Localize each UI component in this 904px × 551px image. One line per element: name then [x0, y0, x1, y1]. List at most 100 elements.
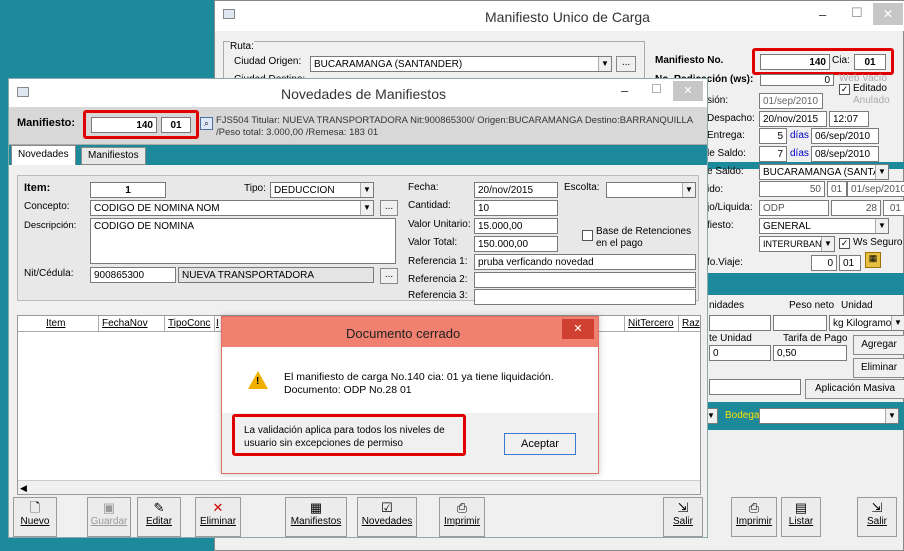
despacho-hora-field[interactable]: 12:07 — [829, 111, 869, 127]
editar-button[interactable]: ✎ Editar — [137, 497, 181, 537]
grid-col-tipoconc[interactable]: TipoConc — [168, 318, 210, 329]
fecha-radicacion-field[interactable]: 01/sep/2010 — [759, 93, 823, 109]
imprimir-button[interactable]: ⎙ Imprimir — [439, 497, 485, 537]
manifiesto-header-bar: Manifiesto: 140 01 ⌕ FJS504 Titular: NUE… — [9, 107, 707, 145]
valor-total-field[interactable]: 150.000,00 — [474, 236, 558, 252]
nit-field[interactable]: 900865300 — [90, 267, 176, 283]
nuevo-button[interactable]: 🗋 Nuevo — [13, 497, 57, 537]
info-viaje-field-1[interactable]: 0 — [811, 255, 837, 271]
referencia3-label: Referencia 3: — [408, 290, 468, 301]
dialog-close-button[interactable]: ✕ — [562, 319, 594, 339]
chevron-down-icon[interactable]: ▼ — [360, 201, 373, 215]
tab-novedades[interactable]: Novedades — [11, 145, 76, 165]
item-label: Item: — [24, 182, 51, 194]
novedades-button[interactable]: ☑ Novedades — [357, 497, 417, 537]
liquida-field-2[interactable]: 28 — [831, 200, 881, 216]
ido-field-1[interactable]: 50 — [759, 181, 825, 197]
fiesto-label: fiesto: — [707, 220, 734, 231]
manifiestos-button[interactable]: ▦ Manifiestos — [285, 497, 347, 537]
radicacion-field[interactable]: 0 — [760, 74, 834, 86]
ciudad-origen-select[interactable]: BUCARAMANGA (SANTANDER) ▼ — [310, 56, 612, 72]
guardar-button[interactable]: ▣ Guardar — [87, 497, 131, 537]
ciudad-origen-search-button[interactable]: ... — [616, 56, 636, 72]
chevron-down-icon[interactable]: ▼ — [885, 409, 898, 423]
referencia1-field[interactable]: pruba verficando novedad — [474, 254, 696, 270]
aceptar-button[interactable]: Aceptar — [504, 433, 576, 455]
despacho-label: Despacho: — [707, 113, 755, 124]
bodega-bar: ▼ Bodega: ▼ — [703, 402, 904, 430]
chevron-down-icon[interactable]: ▼ — [891, 316, 904, 330]
back-salir-button[interactable]: ⇲ Salir — [857, 497, 897, 537]
grid-col-i[interactable]: I — [216, 318, 219, 329]
chevron-down-icon[interactable]: ▼ — [875, 165, 888, 179]
scroll-left-arrow[interactable]: ◀ — [20, 483, 27, 494]
saldo-dias-field[interactable]: 7 — [759, 146, 787, 162]
descripcion-field[interactable]: CODIGO DE NOMINA — [90, 218, 396, 264]
liquida-field-3[interactable]: 01 — [883, 200, 904, 216]
ws-seguro-checkbox[interactable]: ✓ — [839, 238, 850, 249]
saldo-fecha-field[interactable]: 08/sep/2010 — [811, 146, 879, 162]
aplicacion-masiva-button[interactable]: Aplicación Masiva — [805, 379, 904, 399]
chevron-down-icon[interactable]: ▼ — [598, 57, 611, 71]
nit-nombre-field[interactable]: NUEVA TRANSPORTADORA — [178, 267, 374, 283]
grid-col-divider — [624, 316, 625, 332]
valor-unitario-field[interactable]: 15.000,00 — [474, 218, 558, 234]
ido-field-2[interactable]: 01 — [827, 181, 847, 197]
interurbano-select[interactable]: INTERURBANO ▼ — [759, 236, 835, 252]
tipo-select[interactable]: DEDUCCION ▼ — [270, 182, 374, 198]
minimize-icon[interactable]: – — [621, 83, 628, 98]
maximize-icon[interactable]: ☐ — [651, 82, 662, 96]
close-icon[interactable]: ✕ — [673, 81, 703, 101]
eliminar-detalle-button[interactable]: Eliminar — [853, 358, 904, 378]
maximize-icon[interactable]: ☐ — [851, 5, 863, 21]
unidad-select[interactable]: kg Kilogramo ▼ — [829, 315, 904, 331]
concepto-select[interactable]: CODIGO DE NOMINA NOM ▼ — [90, 200, 374, 216]
ido-field-3[interactable]: 01/sep/2010 — [847, 181, 904, 197]
base-retenciones-checkbox[interactable] — [582, 230, 593, 241]
printer-icon: ⎙ — [748, 500, 760, 515]
search-icon[interactable]: ⌕ — [200, 117, 213, 130]
info-viaje-field-2[interactable]: 01 — [839, 255, 861, 271]
lugar-saldo-select[interactable]: BUCARAMANGA (SANTAND ▼ — [759, 164, 889, 180]
horizontal-scrollbar[interactable]: ◀ — [18, 480, 700, 494]
referencia3-field[interactable] — [474, 289, 696, 305]
agregar-button[interactable]: Agregar — [853, 335, 904, 355]
grid-col-item[interactable]: Item — [46, 318, 65, 329]
grid-col-fechanov[interactable]: FechaNov — [102, 318, 148, 329]
item-field[interactable]: 1 — [90, 182, 166, 198]
peso-neto-field[interactable] — [773, 315, 827, 331]
chevron-down-icon[interactable]: ▼ — [875, 219, 888, 233]
warning-exclamation: ! — [256, 376, 260, 387]
eliminar-button[interactable]: ✕ Eliminar — [195, 497, 241, 537]
back-imprimir-button[interactable]: ⎙ Imprimir — [731, 497, 777, 537]
tarifa-field-2[interactable]: 0,50 — [773, 345, 847, 361]
chevron-down-icon[interactable]: ▼ — [360, 183, 373, 197]
grid-col-raz[interactable]: Raz — [682, 318, 700, 329]
chevron-down-icon[interactable]: ▼ — [821, 237, 834, 251]
listar-button[interactable]: ▤ Listar — [781, 497, 821, 537]
minimize-icon[interactable]: – — [819, 7, 826, 22]
bodega-select[interactable]: ▼ — [759, 408, 899, 424]
tarifa-field-1[interactable]: 0 — [709, 345, 771, 361]
detalle-field[interactable] — [709, 379, 801, 395]
concepto-search-button[interactable]: ... — [380, 200, 398, 216]
entrega-dias-field[interactable]: 5 — [759, 128, 787, 144]
unidades-field[interactable] — [709, 315, 771, 331]
tab-manifiestos[interactable]: Manifiestos — [81, 147, 146, 165]
chevron-down-icon[interactable]: ▼ — [682, 183, 695, 197]
tipo-manifiesto-select[interactable]: GENERAL ▼ — [759, 218, 889, 234]
cantidad-field[interactable]: 10 — [474, 200, 558, 216]
calendar-icon[interactable]: ▦ — [865, 252, 881, 268]
entrega-fecha-field[interactable]: 06/sep/2010 — [811, 128, 879, 144]
nit-search-button[interactable]: ... — [380, 268, 398, 284]
referencia2-field[interactable] — [474, 272, 696, 288]
fecha-field[interactable]: 20/nov/2015 — [474, 182, 558, 198]
salir-button[interactable]: ⇲ Salir — [663, 497, 703, 537]
close-icon[interactable]: ✕ — [873, 3, 903, 25]
grid-col-nittercero[interactable]: NitTercero — [628, 318, 674, 329]
liquida-field-1[interactable]: ODP — [759, 200, 829, 216]
editado-checkbox[interactable]: ✓ — [839, 84, 850, 95]
escolta-select[interactable]: ▼ — [606, 182, 696, 198]
form-panel: Item: 1 Tipo: DEDUCCION ▼ Concepto: CODIG… — [17, 175, 699, 305]
despacho-fecha-field[interactable]: 20/nov/2015 — [759, 111, 827, 127]
